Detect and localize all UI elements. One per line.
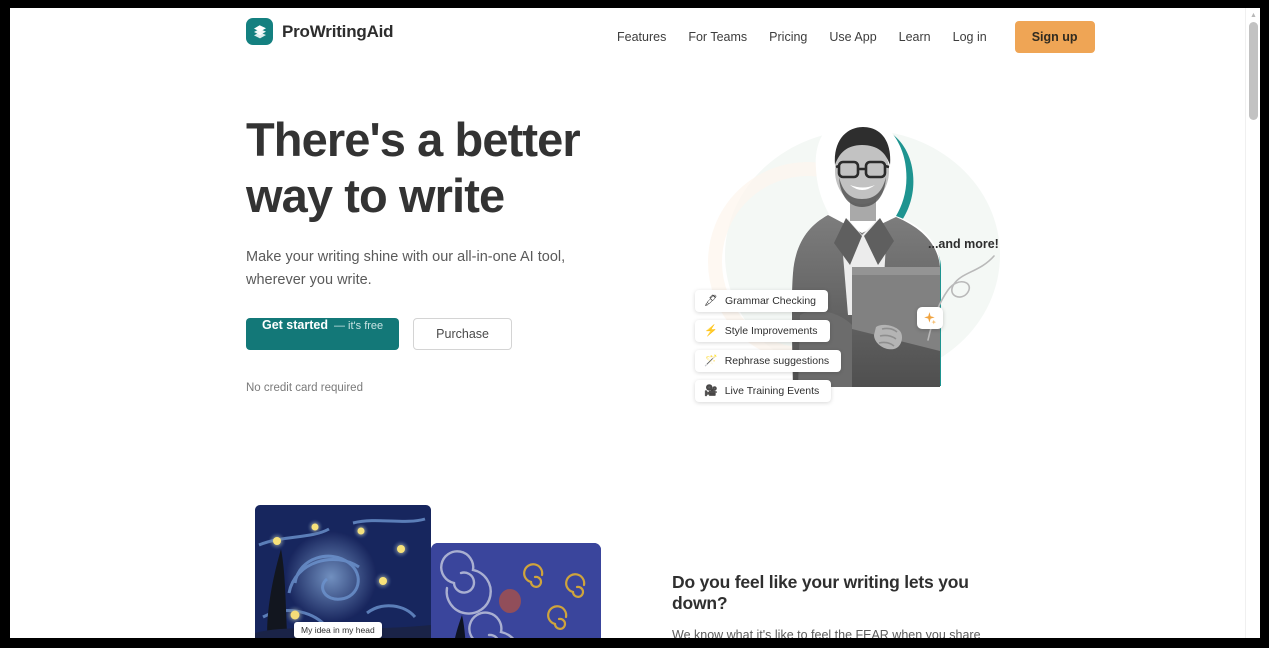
- feature-pill-grammar-checking[interactable]: 🖋 Grammar Checking: [695, 290, 828, 312]
- sparkles-icon: [917, 307, 943, 329]
- nav-item-pricing[interactable]: Pricing: [758, 30, 818, 44]
- nav-item-learn[interactable]: Learn: [888, 30, 942, 44]
- screen: ProWritingAid Features For Teams Pricing…: [0, 0, 1269, 648]
- window-chrome-top: [0, 0, 1269, 8]
- lightning-bolt-icon: ⚡: [704, 324, 718, 337]
- nav-item-features[interactable]: Features: [606, 30, 677, 44]
- purchase-button[interactable]: Purchase: [413, 318, 512, 350]
- brand-logo-link[interactable]: ProWritingAid: [246, 18, 394, 45]
- my-idea-caption: My idea in my head: [294, 622, 382, 638]
- crude-drawing-image: [431, 543, 601, 646]
- scrollbar-thumb[interactable]: [1249, 22, 1258, 120]
- get-started-label: Get started: [262, 318, 328, 332]
- feature-pill-label: Style Improvements: [724, 325, 818, 337]
- page-scrollbar[interactable]: ▲: [1245, 8, 1260, 646]
- feature-pill-label: Grammar Checking: [724, 295, 816, 307]
- feather-pen-icon: 🖋: [704, 294, 718, 307]
- sign-up-button[interactable]: Sign up: [1014, 20, 1095, 53]
- hero-title-line-1: There's a better: [246, 113, 581, 166]
- hero-title: There's a better way to write: [246, 112, 646, 224]
- main-nav: Features For Teams Pricing Use App Learn…: [606, 8, 1095, 65]
- window-chrome-right: [1260, 0, 1269, 648]
- feature-pill-list: 🖋 Grammar Checking ⚡ Style Improvements …: [695, 290, 842, 402]
- section2-title: Do you feel like your writing lets you d…: [672, 572, 969, 613]
- nav-item-use-app[interactable]: Use App: [818, 30, 887, 44]
- nav-item-for-teams[interactable]: For Teams: [677, 30, 758, 44]
- before-after-artwork: My idea in my head: [246, 505, 602, 646]
- feature-pill-rephrase-suggestions[interactable]: 🪄 Rephrase suggestions: [695, 350, 842, 372]
- curved-pointer-line: [927, 255, 995, 341]
- brand-name: ProWritingAid: [282, 21, 394, 41]
- window-chrome-left: [0, 0, 10, 648]
- feature-pill-style-improvements[interactable]: ⚡ Style Improvements: [695, 320, 830, 342]
- prowritingaid-book-check-icon: [246, 18, 273, 45]
- nav-item-log-in[interactable]: Log in: [942, 30, 998, 44]
- and-more-label: ...and more!: [928, 237, 999, 251]
- browser-viewport: ProWritingAid Features For Teams Pricing…: [10, 8, 1260, 646]
- window-chrome-bottom: [0, 638, 1269, 648]
- magic-wand-icon: 🪄: [704, 354, 718, 367]
- page-content: ProWritingAid Features For Teams Pricing…: [10, 8, 1245, 646]
- hero-cta-group: Get started — it's free Purchase: [246, 318, 646, 350]
- hero-illustration: 🖋 Grammar Checking ⚡ Style Improvements …: [670, 110, 1030, 450]
- get-started-button[interactable]: Get started — it's free: [246, 318, 400, 350]
- section2-copy: Do you feel like your writing lets you d…: [672, 572, 1022, 646]
- feature-pill-label: Live Training Events: [724, 385, 820, 397]
- hero-section: There's a better way to write Make your …: [10, 65, 1245, 485]
- hero-copy: There's a better way to write Make your …: [246, 112, 646, 394]
- no-credit-card-note: No credit card required: [246, 382, 363, 394]
- feature-pill-live-training-events[interactable]: 🎥 Live Training Events: [695, 380, 832, 402]
- feature-pill-label: Rephrase suggestions: [724, 355, 830, 367]
- hero-title-line-2: way to write: [246, 169, 505, 222]
- scroll-up-arrow-icon[interactable]: ▲: [1249, 12, 1258, 20]
- hero-subtitle: Make your writing shine with our all-in-…: [246, 249, 566, 288]
- writing-lets-you-down-section: My idea in my head Do you feel like your…: [10, 485, 1245, 646]
- site-header: ProWritingAid Features For Teams Pricing…: [10, 8, 1245, 65]
- get-started-sublabel: — it's free: [334, 320, 384, 332]
- video-camera-icon: 🎥: [704, 384, 718, 397]
